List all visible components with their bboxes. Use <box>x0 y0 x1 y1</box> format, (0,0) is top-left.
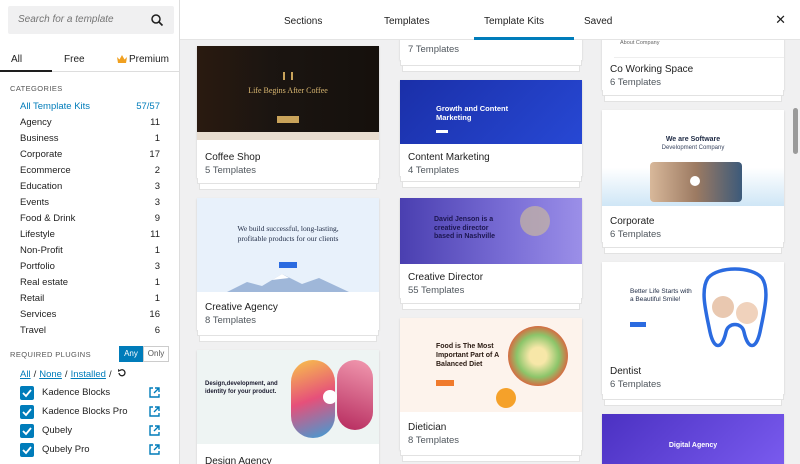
category-corporate[interactable]: Corporate 17 <box>20 149 160 165</box>
kit-thumbnail: We are Software Development Company <box>602 110 784 206</box>
top-tabs-bar: Sections Templates Template Kits Saved ✕ <box>180 0 800 40</box>
category-travel[interactable]: Travel 6 <box>20 325 160 341</box>
tab-all[interactable]: All <box>11 54 22 65</box>
tab-saved[interactable]: Saved <box>584 16 612 27</box>
kit-thumbnail: Growth and Content Marketing <box>400 80 582 144</box>
crown-icon <box>117 55 127 63</box>
category-agency[interactable]: Agency 11 <box>20 117 160 133</box>
category-education[interactable]: Education 3 <box>20 181 160 197</box>
external-link-icon[interactable] <box>149 444 160 455</box>
kit-thumbnail: David Jenson is a creative director base… <box>400 198 582 264</box>
tab-template-kits[interactable]: Template Kits <box>484 16 544 27</box>
kit-thumbnail: Food is The Most Important Part of A Bal… <box>400 318 582 412</box>
search-placeholder: Search for a template <box>18 14 114 25</box>
kit-card-digital-agency[interactable]: Digital Agency <box>602 414 784 464</box>
checkbox[interactable] <box>20 424 34 438</box>
toggle-only[interactable]: Only <box>143 346 169 362</box>
external-link-icon[interactable] <box>149 387 160 398</box>
kit-card-charity[interactable]: 7 Templates <box>400 40 582 60</box>
category-events[interactable]: Events 3 <box>20 197 160 213</box>
plugin-links: All / None / Installed / <box>20 368 127 380</box>
kit-thumbnail: Better Life Starts with a Beautiful Smil… <box>602 262 784 358</box>
kit-card-corporate[interactable]: We are Software Development Company Corp… <box>602 110 784 242</box>
category-all[interactable]: All Template Kits 57/57 <box>20 101 160 117</box>
sidebar: Search for a template All Free Premium C… <box>0 0 180 464</box>
kit-card-co-working-space[interactable]: About Company Co Working Space 6 Templat… <box>602 40 784 90</box>
category-business[interactable]: Business 1 <box>20 133 160 149</box>
close-icon[interactable]: ✕ <box>775 12 786 28</box>
kit-card-stack <box>199 336 377 342</box>
category-services[interactable]: Services 16 <box>20 309 160 325</box>
kit-card-dietician[interactable]: Food is The Most Important Part of A Bal… <box>400 318 582 450</box>
category-food-drink[interactable]: Food & Drink 9 <box>20 213 160 229</box>
category-lifestyle[interactable]: Lifestyle 11 <box>20 229 160 245</box>
kit-card-stack <box>604 400 782 406</box>
tab-free[interactable]: Free <box>64 54 85 65</box>
template-kits-grid: Life Begins After Coffee Coffee Shop 5 T… <box>180 40 800 464</box>
plugins-heading: REQUIRED PLUGINS <box>10 350 91 359</box>
plugin-kadence-blocks-pro[interactable]: Kadence Blocks Pro <box>20 404 160 422</box>
kit-thumbnail: About Company <box>602 40 784 58</box>
kit-card-creative-agency[interactable]: We build successful, long-lasting, profi… <box>197 198 379 330</box>
kit-card-stack <box>199 184 377 190</box>
kit-thumbnail: Life Begins After Coffee <box>197 46 379 140</box>
kit-card-stack <box>402 456 580 462</box>
template-library-modal: Search for a template All Free Premium C… <box>0 0 800 464</box>
kit-thumbnail: We build successful, long-lasting, profi… <box>197 198 379 292</box>
kit-card-stack <box>402 182 580 188</box>
plugin-qubely-pro[interactable]: Qubely Pro <box>20 442 160 460</box>
plugin-kadence-blocks[interactable]: Kadence Blocks <box>20 385 160 403</box>
scrollbar-thumb[interactable] <box>793 108 798 154</box>
checkbox[interactable] <box>20 443 34 457</box>
kit-card-stack <box>402 304 580 310</box>
kit-card-stack <box>402 66 580 72</box>
kit-card-coffee-shop[interactable]: Life Begins After Coffee Coffee Shop 5 T… <box>197 46 379 178</box>
checkbox[interactable] <box>20 386 34 400</box>
checkbox[interactable] <box>20 405 34 419</box>
tab-premium[interactable]: Premium <box>129 54 169 65</box>
kit-card-content-marketing[interactable]: Growth and Content Marketing Content Mar… <box>400 80 582 176</box>
select-all-link[interactable]: All <box>20 369 31 380</box>
kit-thumbnail: Design,development, and identity for you… <box>197 350 379 444</box>
category-non-profit[interactable]: Non-Profit 1 <box>20 245 160 261</box>
search-input[interactable]: Search for a template <box>8 6 174 34</box>
filter-tabs: All Free Premium <box>0 46 179 72</box>
kit-card-dentist[interactable]: Better Life Starts with a Beautiful Smil… <box>602 262 784 394</box>
category-ecommerce[interactable]: Ecommerce 2 <box>20 165 160 181</box>
tab-templates[interactable]: Templates <box>384 16 430 27</box>
kit-card-stack <box>604 96 782 102</box>
kit-card-design-agency[interactable]: Design,development, and identity for you… <box>197 350 379 464</box>
select-installed-link[interactable]: Installed <box>71 369 106 380</box>
select-none-link[interactable]: None <box>39 369 62 380</box>
category-real-estate[interactable]: Real estate 1 <box>20 277 160 293</box>
active-tab-indicator <box>0 70 52 72</box>
external-link-icon[interactable] <box>149 425 160 436</box>
kit-card-creative-director[interactable]: David Jenson is a creative director base… <box>400 198 582 298</box>
kit-card-stack <box>604 248 782 254</box>
toggle-any[interactable]: Any <box>119 346 143 362</box>
reset-icon[interactable] <box>117 368 127 378</box>
plugin-qubely[interactable]: Qubely <box>20 423 160 441</box>
kit-thumbnail: Digital Agency <box>602 414 784 464</box>
category-portfolio[interactable]: Portfolio 3 <box>20 261 160 277</box>
external-link-icon[interactable] <box>149 406 160 417</box>
tab-sections[interactable]: Sections <box>284 16 322 27</box>
search-icon[interactable] <box>150 13 164 27</box>
category-retail[interactable]: Retail 1 <box>20 293 160 309</box>
categories-heading: CATEGORIES <box>10 84 63 93</box>
